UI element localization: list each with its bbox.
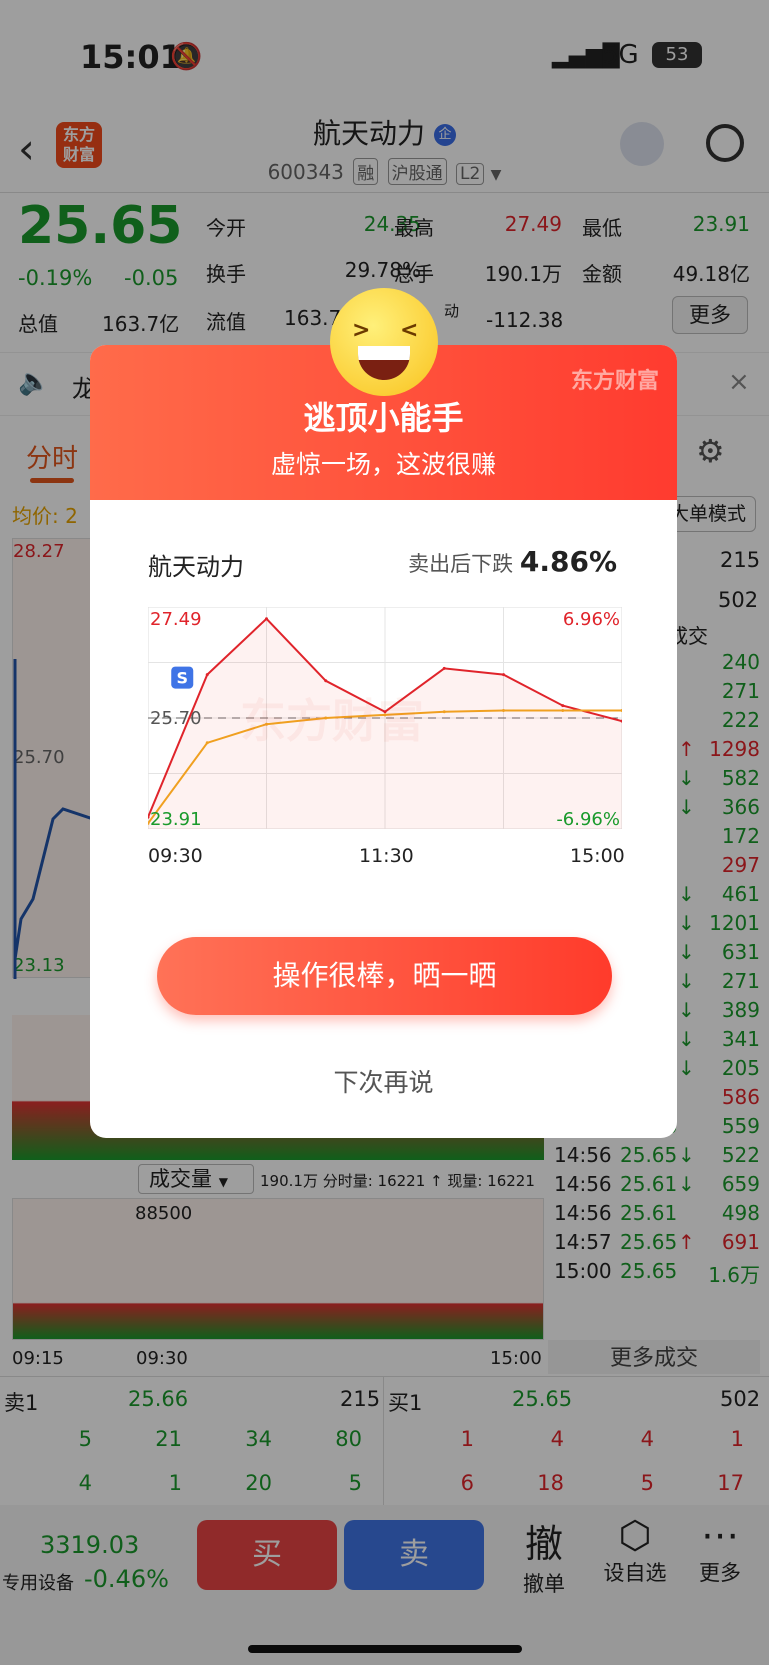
modal-brand: 东方财富 — [570, 369, 659, 394]
modal-title: 逃顶小能手 — [303, 399, 464, 437]
modal-stock-name: 航天动力 — [148, 553, 244, 581]
chart-y-top: 27.49 — [150, 609, 202, 630]
price-point — [205, 673, 209, 677]
price-point — [561, 704, 565, 708]
result-pct: 4.86% — [519, 545, 617, 578]
face-mouth — [358, 346, 410, 380]
price-point — [324, 679, 328, 683]
sell-marker-label: S — [176, 669, 188, 688]
avg-price-point — [502, 709, 505, 713]
face-eye-right: < — [400, 318, 419, 343]
chart-y-bottom: 23.91 — [150, 809, 202, 829]
modal-x-tick-1: 11:30 — [359, 845, 414, 867]
result-modal: 东方财富 逃顶小能手 虚惊一场，这波很赚 航天动力 卖出后下跌 4.86% 27… — [90, 345, 677, 1138]
chart-pct-top: 6.96% — [563, 609, 620, 630]
chart-y-mid: 25.70 — [150, 708, 202, 729]
chart-pct-bottom: -6.96% — [556, 809, 620, 829]
face-eye-left: > — [352, 318, 371, 343]
share-button[interactable]: 操作很棒，晒一晒 — [157, 937, 612, 1015]
price-point — [442, 666, 446, 670]
price-point — [265, 617, 268, 621]
screen: 15:01 🔕 ▂▄▆█ 5G 53 ‹ 东方 财富 航天动力 企 600343… — [0, 0, 769, 1665]
laughing-face-icon: > < — [330, 288, 438, 396]
dismiss-button[interactable]: 下次再说 — [90, 1063, 677, 1099]
result-label: 卖出后下跌 — [408, 552, 514, 576]
avg-price-point — [442, 710, 446, 714]
avg-price-point — [205, 741, 209, 745]
modal-chart-watermark: 东方财富 — [240, 694, 424, 748]
modal-result: 卖出后下跌 4.86% — [408, 545, 617, 578]
modal-subtitle: 虚惊一场，这波很赚 — [270, 450, 496, 479]
modal-x-tick-0: 09:30 — [148, 845, 203, 867]
avg-price-point — [561, 709, 565, 713]
modal-x-tick-2: 15:00 — [570, 845, 625, 867]
price-point — [502, 673, 505, 677]
